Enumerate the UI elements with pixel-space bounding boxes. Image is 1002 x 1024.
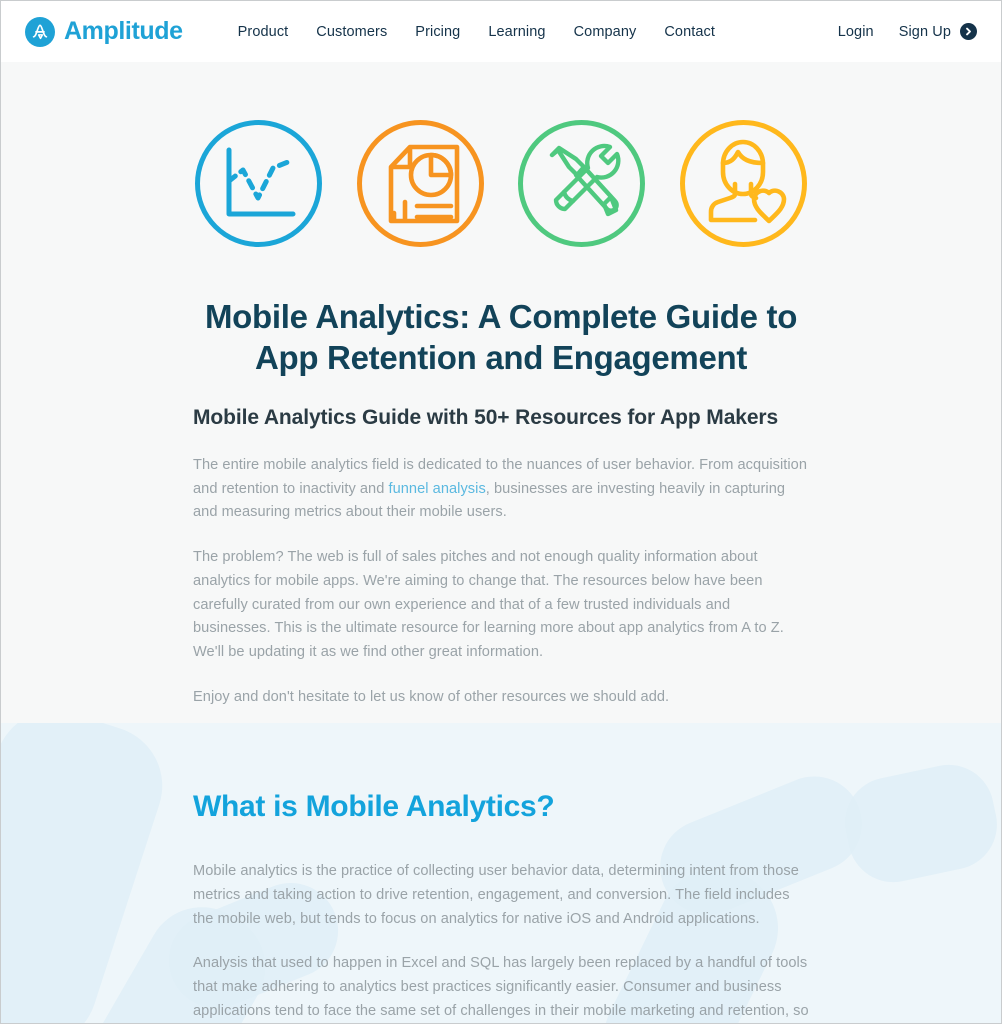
hero-icon-row — [193, 118, 809, 249]
page-title: Mobile Analytics: A Complete Guide to Ap… — [204, 298, 798, 376]
nav-link-pricing[interactable]: Pricing — [415, 24, 460, 40]
user-heart-icon — [678, 118, 809, 249]
funnel-analysis-link[interactable]: funnel analysis — [389, 481, 486, 497]
signup-button[interactable]: Sign Up — [899, 23, 977, 40]
signup-label: Sign Up — [898, 23, 951, 40]
hero-paragraph-3: Enjoy and don't hesitate to let us know … — [193, 688, 670, 705]
nav-item-learning[interactable]: Learning — [488, 23, 545, 41]
section-title: What is Mobile Analytics? — [193, 790, 555, 823]
nav-item-product[interactable]: Product — [238, 23, 289, 41]
main-navigation: Amplitude Product Customers Pricing Lear… — [1, 1, 1001, 62]
page-subtitle: Mobile Analytics Guide with 50+ Resource… — [193, 405, 779, 429]
brand-name: Amplitude — [64, 17, 183, 45]
nav-link-product[interactable]: Product — [238, 24, 289, 40]
nav-item-customers[interactable]: Customers — [316, 23, 387, 41]
nav-link-company[interactable]: Company — [574, 24, 637, 40]
nav-actions: Login Sign Up — [838, 23, 977, 40]
hero-paragraph-1: The entire mobile analytics field is ded… — [193, 454, 809, 525]
report-pie-chart-icon — [355, 118, 486, 249]
amplitude-logo-icon — [25, 16, 55, 47]
nav-item-company[interactable]: Company — [574, 23, 637, 41]
hero-content: Mobile Analytics: A Complete Guide to Ap… — [193, 297, 809, 710]
nav-item-contact[interactable]: Contact — [664, 23, 715, 41]
what-is-mobile-analytics-section: What is Mobile Analytics? Mobile analyti… — [1, 723, 1001, 1023]
line-chart-icon — [193, 118, 324, 249]
brand-logo-link[interactable]: Amplitude — [25, 16, 183, 47]
blue-paragraph-1: Mobile analytics is the practice of coll… — [193, 863, 799, 927]
nav-links-list: Product Customers Pricing Learning Compa… — [238, 23, 715, 41]
login-link[interactable]: Login — [838, 24, 874, 40]
blue-section-content: What is Mobile Analytics? Mobile analyti… — [1, 723, 1001, 1023]
nav-item-pricing[interactable]: Pricing — [415, 23, 460, 41]
hero-paragraph-2: The problem? The web is full of sales pi… — [193, 549, 784, 661]
arrow-right-circle-icon — [960, 23, 977, 40]
nav-link-contact[interactable]: Contact — [664, 24, 715, 40]
page-root: Amplitude Product Customers Pricing Lear… — [0, 0, 1002, 1024]
nav-link-customers[interactable]: Customers — [316, 24, 387, 40]
blue-paragraph-2: Analysis that used to happen in Excel an… — [193, 955, 809, 1019]
tools-wrench-screwdriver-icon — [516, 118, 647, 249]
nav-link-learning[interactable]: Learning — [488, 24, 545, 40]
hero-section: Mobile Analytics: A Complete Guide to Ap… — [1, 62, 1001, 723]
